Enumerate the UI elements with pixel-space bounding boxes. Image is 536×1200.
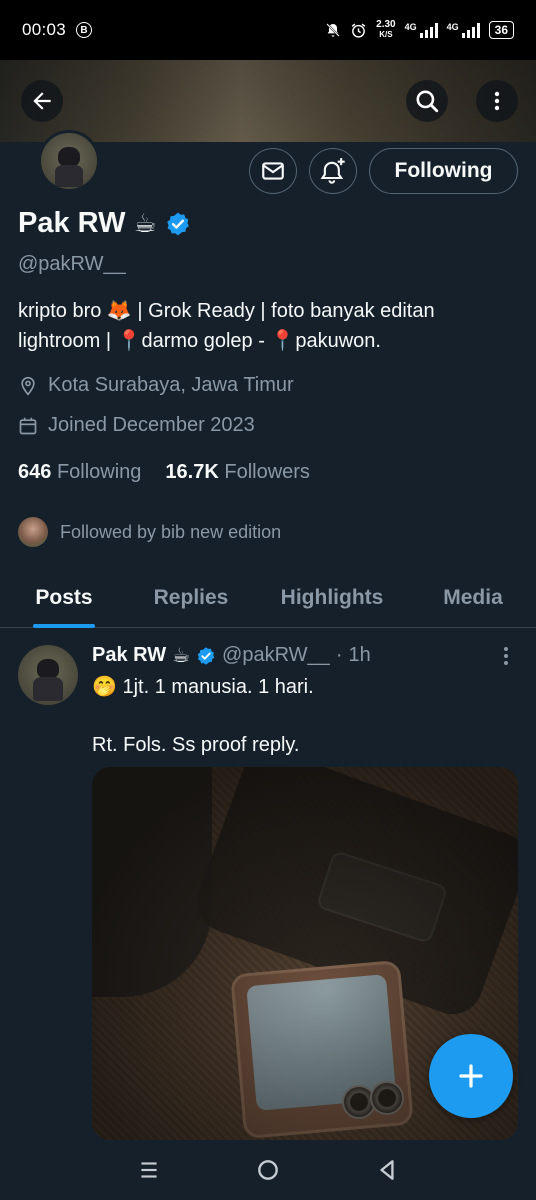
network-type-2: 4G — [446, 22, 459, 32]
profile-avatar[interactable] — [38, 130, 100, 192]
system-nav-bar — [0, 1140, 536, 1200]
profile-location: Kota Surabaya, Jawa Timur — [18, 374, 294, 397]
status-bar: 00:03 B 2.30 K/S 4G 4G 36 — [0, 0, 536, 60]
verified-badge-icon — [197, 646, 215, 665]
recent-apps-icon[interactable] — [136, 1157, 162, 1183]
calendar-icon — [19, 417, 37, 434]
bell-plus-icon — [320, 158, 345, 184]
notification-badge-icon: B — [76, 22, 93, 38]
following-button[interactable]: Following — [369, 148, 518, 194]
followed-by-text: Followed by bib new edition — [60, 521, 282, 542]
back-button[interactable] — [21, 80, 63, 122]
post-coffee-emoji: ☕ — [172, 645, 191, 667]
followed-by[interactable]: Followed by bib new edition — [16, 515, 281, 549]
search-icon — [416, 90, 439, 113]
profile-name-row: Pak RW ☕ — [18, 207, 191, 240]
followers-count: 16.7K — [165, 461, 219, 483]
post-header: Pak RW ☕ @pakRW__ · 1h — [92, 643, 371, 668]
location-pin-icon — [21, 376, 35, 396]
network-speed: 2.30 K/S — [376, 20, 395, 40]
post-more-button[interactable] — [496, 644, 516, 668]
location-text: Kota Surabaya, Jawa Timur — [48, 374, 294, 396]
speed-value: 2.30 — [376, 19, 396, 30]
post-separator: · — [335, 644, 343, 666]
follower-avatar — [16, 515, 50, 549]
tab-highlights[interactable]: Highlights — [254, 568, 410, 627]
post-text: 🤭 1jt. 1 manusia. 1 hari. Rt. Fols. Ss p… — [92, 676, 314, 756]
post-author-handle: @pakRW__ — [222, 644, 330, 666]
following-stat[interactable]: 646 Following — [18, 461, 141, 484]
followers-label: Followers — [224, 461, 310, 483]
profile-tabs: Posts Replies Highlights Media — [0, 568, 536, 628]
bio-line-2: lightroom | 📍darmo golep - 📍pakuwon. — [18, 330, 381, 352]
followers-stat[interactable]: 16.7K Followers — [165, 461, 310, 484]
profile-joined: Joined December 2023 — [18, 414, 255, 437]
alarm-icon — [351, 23, 366, 38]
message-button[interactable] — [249, 148, 297, 194]
post-avatar[interactable] — [18, 645, 78, 705]
profile-stats: 646 Following 16.7K Followers — [18, 461, 310, 484]
post-author-name[interactable]: Pak RW — [92, 644, 166, 667]
status-time: 00:03 — [22, 20, 67, 39]
mute-icon — [326, 23, 340, 37]
profile-handle: @pakRW__ — [18, 253, 126, 275]
profile-bio: kripto bro 🦊 | Grok Ready | foto banyak … — [18, 296, 518, 356]
signal-1-icon: 4G — [405, 22, 438, 38]
tab-replies[interactable]: Replies — [128, 568, 254, 627]
following-count: 646 — [18, 461, 52, 483]
notify-button[interactable] — [309, 148, 357, 194]
bio-line-1: kripto bro 🦊 | Grok Ready | foto banyak … — [18, 300, 435, 322]
tab-media[interactable]: Media — [410, 568, 536, 627]
battery-level: 36 — [488, 21, 514, 39]
arrow-left-icon — [33, 92, 51, 110]
following-label: Following — [56, 461, 142, 483]
more-vertical-icon — [494, 91, 500, 111]
mail-icon — [262, 162, 284, 180]
profile-banner[interactable] — [0, 60, 536, 142]
compose-post-button[interactable] — [429, 1034, 513, 1118]
signal-2-icon: 4G — [447, 22, 480, 38]
joined-text: Joined December 2023 — [48, 414, 255, 436]
verified-badge-icon — [166, 212, 189, 235]
more-options-button[interactable] — [476, 80, 518, 122]
back-nav-icon[interactable] — [374, 1157, 400, 1183]
profile-name: Pak RW — [18, 207, 126, 239]
plus-icon — [459, 1064, 483, 1088]
network-type-1: 4G — [404, 22, 417, 32]
home-icon[interactable] — [255, 1157, 281, 1183]
search-button[interactable] — [406, 80, 448, 122]
coffee-emoji: ☕ — [133, 208, 157, 238]
post-time: 1h — [348, 644, 371, 666]
tab-posts[interactable]: Posts — [0, 568, 128, 627]
speed-unit: K/S — [379, 30, 393, 39]
